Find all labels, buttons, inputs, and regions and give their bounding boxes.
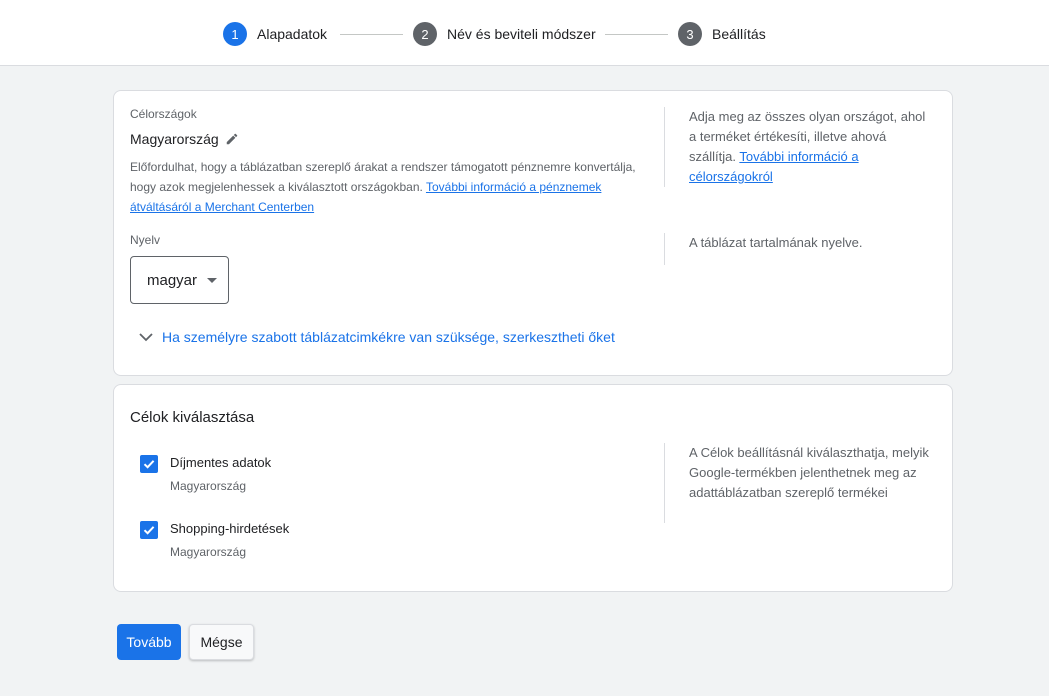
countries-label: Célországok <box>130 107 197 121</box>
step-3[interactable]: 3 Beállítás <box>678 22 766 46</box>
cancel-button[interactable]: Mégse <box>189 624 254 660</box>
step-number: 2 <box>413 22 437 46</box>
divider <box>664 107 665 187</box>
goals-side-note: A Célok beállításnál kiválaszthatja, mel… <box>689 445 929 500</box>
step-label: Beállítás <box>712 26 766 42</box>
goal-shopping-ads[interactable]: Shopping-hirdetések Magyarország <box>140 519 289 559</box>
language-value: magyar <box>147 271 198 289</box>
expander-label: Ha személyre szabott táblázatcimkékre va… <box>162 329 615 345</box>
step-number: 1 <box>223 22 247 46</box>
goal-text: Díjmentes adatok Magyarország <box>170 453 271 493</box>
step-number: 3 <box>678 22 702 46</box>
custom-labels-expander[interactable]: Ha személyre szabott táblázatcimkékre va… <box>138 329 615 345</box>
goal-label: Díjmentes adatok <box>170 455 272 470</box>
countries-value: Magyarország <box>130 131 219 147</box>
dropdown-caret-icon <box>207 277 218 283</box>
goals-card: Célok kiválasztása Díjmentes adatok Magy… <box>113 384 953 592</box>
chevron-down-icon <box>138 329 154 345</box>
next-button[interactable]: Tovább <box>117 624 181 660</box>
edit-pencil-icon[interactable] <box>225 132 239 146</box>
goal-label: Shopping-hirdetések <box>170 521 290 536</box>
goal-free-listings[interactable]: Díjmentes adatok Magyarország <box>140 453 271 493</box>
goal-text: Shopping-hirdetések Magyarország <box>170 519 289 559</box>
divider <box>664 443 665 523</box>
goals-title: Célok kiválasztása <box>130 409 255 426</box>
divider <box>664 233 665 265</box>
language-side-note: A táblázat tartalmának nyelve. <box>689 235 863 250</box>
language-label: Nyelv <box>130 233 161 247</box>
countries-side-note: Adja meg az összes olyan országot, ahol … <box>689 107 929 187</box>
step-2[interactable]: 2 Név és beviteli módszer <box>413 22 596 46</box>
basics-card: Célországok Magyarország Előfordulhat, h… <box>113 90 953 376</box>
currency-helper: Előfordulhat, hogy a táblázatban szerepl… <box>130 157 640 217</box>
step-1[interactable]: 1 Alapadatok <box>223 22 327 46</box>
step-connector <box>340 34 403 35</box>
step-label: Alapadatok <box>257 26 328 42</box>
step-connector <box>605 34 668 35</box>
goal-country: Magyarország <box>170 479 247 493</box>
checkbox-checked-icon[interactable] <box>140 521 158 539</box>
goal-country: Magyarország <box>170 545 247 559</box>
stepper: 1 Alapadatok 2 Név és beviteli módszer 3… <box>0 0 1049 66</box>
checkbox-checked-icon[interactable] <box>140 455 158 473</box>
language-select[interactable]: magyar <box>130 256 229 304</box>
countries-value-row: Magyarország <box>130 131 239 147</box>
step-label: Név és beviteli módszer <box>447 26 596 42</box>
